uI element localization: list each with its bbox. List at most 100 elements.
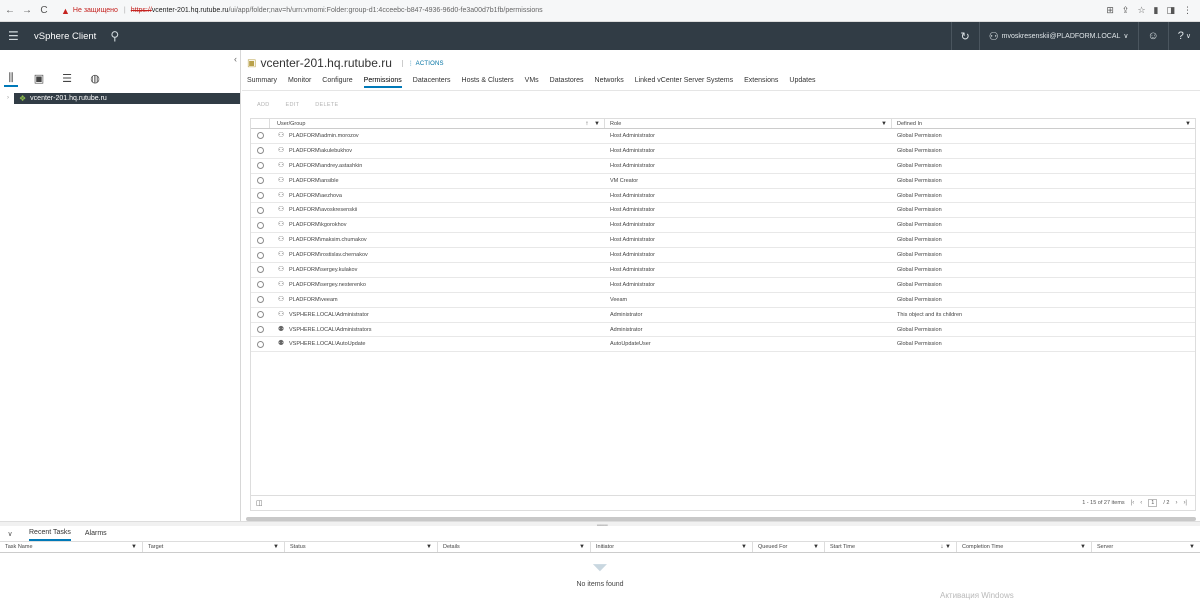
tab-datacenters[interactable]: Datacenters: [413, 77, 451, 88]
filter-icon[interactable]: ▼: [881, 119, 887, 129]
filter-icon[interactable]: ▼: [813, 542, 819, 553]
actions-button[interactable]: ⋮ ACTIONS: [401, 59, 444, 67]
tab-vms[interactable]: VMs: [525, 77, 539, 88]
tab-updates[interactable]: Updates: [789, 77, 815, 88]
radio-button[interactable]: [257, 281, 264, 289]
tab-configure[interactable]: Configure: [322, 77, 352, 88]
share-icon[interactable]: ⇪: [1122, 5, 1130, 16]
reading-list-icon[interactable]: ▮: [1154, 5, 1159, 16]
filter-icon[interactable]: ▼: [1189, 542, 1195, 553]
tab-recent-tasks[interactable]: Recent Tasks: [29, 526, 71, 541]
column-defined-in[interactable]: Defined In ▼: [892, 119, 1195, 128]
table-row[interactable]: ⚇ VSPHERE.LOCAL\Administrator Administrato…: [251, 308, 1195, 323]
radio-button[interactable]: [257, 162, 264, 170]
row-select[interactable]: [251, 323, 270, 337]
column-role[interactable]: Role ▼: [605, 119, 892, 128]
tree-item-vcenter[interactable]: › ❖ vcenter-201.hq.rutube.ru: [2, 93, 240, 104]
sort-filter-icons[interactable]: ↑ ▼: [585, 119, 600, 129]
table-row[interactable]: ⚇ PLADFORM\aezhova Host Administrator Globa…: [251, 189, 1195, 204]
row-select[interactable]: [251, 278, 270, 292]
refresh-button[interactable]: ↻: [950, 22, 979, 50]
filter-icon[interactable]: ▼: [273, 542, 279, 553]
column-details[interactable]: Details ▼: [438, 542, 591, 552]
row-select[interactable]: [251, 218, 270, 232]
column-queued-for[interactable]: Queued For ▼: [753, 542, 825, 552]
tab-summary[interactable]: Summary: [247, 77, 277, 88]
radio-button[interactable]: [257, 296, 264, 304]
row-select[interactable]: [251, 174, 270, 188]
table-row[interactable]: ⚉ VSPHERE.LOCAL\AutoUpdate AutoUpdateUser G…: [251, 337, 1195, 353]
radio-button[interactable]: [257, 147, 264, 155]
networking-icon[interactable]: ◍: [88, 72, 102, 87]
table-row[interactable]: ⚇ PLADFORM\veeam Veeam Global Permission: [251, 293, 1195, 308]
filter-icon[interactable]: ▼: [594, 121, 600, 127]
storage-icon[interactable]: ☰: [60, 72, 74, 87]
table-row[interactable]: ⚇ PLADFORM\akulebukhov Host Administrator G…: [251, 144, 1195, 159]
table-row[interactable]: ⚇ PLADFORM\rostislav.chernakov Host Admini…: [251, 248, 1195, 264]
next-page-icon[interactable]: ›: [1175, 500, 1177, 506]
table-row[interactable]: ⚉ VSPHERE.LOCAL\Administrators Administrat…: [251, 323, 1195, 338]
first-page-icon[interactable]: |‹: [1131, 500, 1135, 506]
user-menu[interactable]: ⚇ mvoskresenskii@PLADFORM.LOCAL ∨: [978, 22, 1138, 50]
tab-datastores[interactable]: Datastores: [550, 77, 584, 88]
row-select[interactable]: [251, 129, 270, 143]
filter-icon[interactable]: ▼: [579, 542, 585, 553]
feedback-button[interactable]: ☺: [1137, 22, 1168, 50]
translate-icon[interactable]: ⊞: [1106, 5, 1114, 16]
column-toggle-icon[interactable]: ◫: [256, 499, 263, 507]
column-start-time[interactable]: Start Time ↓ ▼: [825, 542, 957, 552]
expand-icon[interactable]: ›: [2, 93, 14, 104]
filter-icon[interactable]: ▼: [131, 542, 137, 553]
table-row[interactable]: ⚇ PLADFORM\andrey.astashkin Host Administr…: [251, 159, 1195, 174]
table-row[interactable]: ⚇ PLADFORM\ansible VM Creator Global Permis…: [251, 174, 1195, 189]
table-row[interactable]: ⚇ PLADFORM\sergey.kulakov Host Administrat…: [251, 263, 1195, 278]
column-target[interactable]: Target ▼: [143, 542, 285, 552]
chevron-down-icon[interactable]: ∨: [0, 530, 20, 538]
table-row[interactable]: ⚇ PLADFORM\sergey.nesterenko Host Administ…: [251, 278, 1195, 293]
column-initiator[interactable]: Initiator ▼: [591, 542, 753, 552]
row-select[interactable]: [251, 144, 270, 158]
radio-button[interactable]: [257, 311, 264, 319]
tab-hosts-clusters[interactable]: Hosts & Clusters: [462, 77, 514, 88]
tab-permissions[interactable]: Permissions: [363, 77, 402, 88]
address-bar[interactable]: ▲ Не защищено | https:// vcenter-201.hq.…: [61, 3, 1106, 19]
filter-icon[interactable]: ▼: [1080, 542, 1086, 553]
vms-templates-icon[interactable]: ▣: [32, 72, 46, 87]
column-status[interactable]: Status ▼: [285, 542, 438, 552]
row-select[interactable]: [251, 293, 270, 307]
radio-button[interactable]: [257, 251, 264, 259]
row-select[interactable]: [251, 308, 270, 322]
sort-up-icon[interactable]: ↑: [585, 121, 588, 127]
reload-icon[interactable]: C: [37, 5, 51, 16]
back-icon[interactable]: ←: [3, 5, 17, 16]
row-select[interactable]: [251, 233, 270, 247]
column-user-group[interactable]: User/Group ↑ ▼: [270, 119, 605, 128]
table-row[interactable]: ⚇ PLADFORM\maksim.chumakov Host Administra…: [251, 233, 1195, 249]
sort-filter-icons[interactable]: ↓ ▼: [940, 542, 951, 553]
column-completion-time[interactable]: Completion Time ▼: [957, 542, 1092, 552]
radio-button[interactable]: [257, 177, 264, 185]
insecure-label[interactable]: Не защищено: [73, 7, 118, 14]
tab-linked-vcenter[interactable]: Linked vCenter Server Systems: [635, 77, 733, 88]
table-row[interactable]: ⚇ PLADFORM\kgorokhov Host Administrator Glo…: [251, 218, 1195, 234]
radio-button[interactable]: [257, 206, 264, 214]
forward-icon[interactable]: →: [20, 5, 34, 16]
radio-button[interactable]: [257, 266, 264, 274]
radio-button[interactable]: [257, 192, 264, 199]
row-select[interactable]: [251, 263, 270, 277]
tab-alarms[interactable]: Alarms: [85, 527, 107, 540]
delete-button[interactable]: DELETE: [315, 102, 338, 108]
radio-button[interactable]: [257, 236, 264, 244]
sort-down-icon[interactable]: ↓: [940, 544, 943, 550]
menu-icon[interactable]: ☰: [8, 29, 30, 43]
help-menu[interactable]: ? ∨: [1167, 22, 1200, 50]
prev-page-icon[interactable]: ‹: [1140, 500, 1142, 506]
edit-button[interactable]: EDIT: [286, 102, 300, 108]
tab-networks[interactable]: Networks: [595, 77, 624, 88]
filter-icon[interactable]: ▼: [426, 542, 432, 553]
bookmark-icon[interactable]: ☆: [1137, 5, 1145, 16]
split-view-icon[interactable]: ◨: [1166, 5, 1175, 16]
filter-icon[interactable]: ▼: [741, 542, 747, 553]
tab-extensions[interactable]: Extensions: [744, 77, 778, 88]
radio-button[interactable]: [257, 326, 264, 334]
